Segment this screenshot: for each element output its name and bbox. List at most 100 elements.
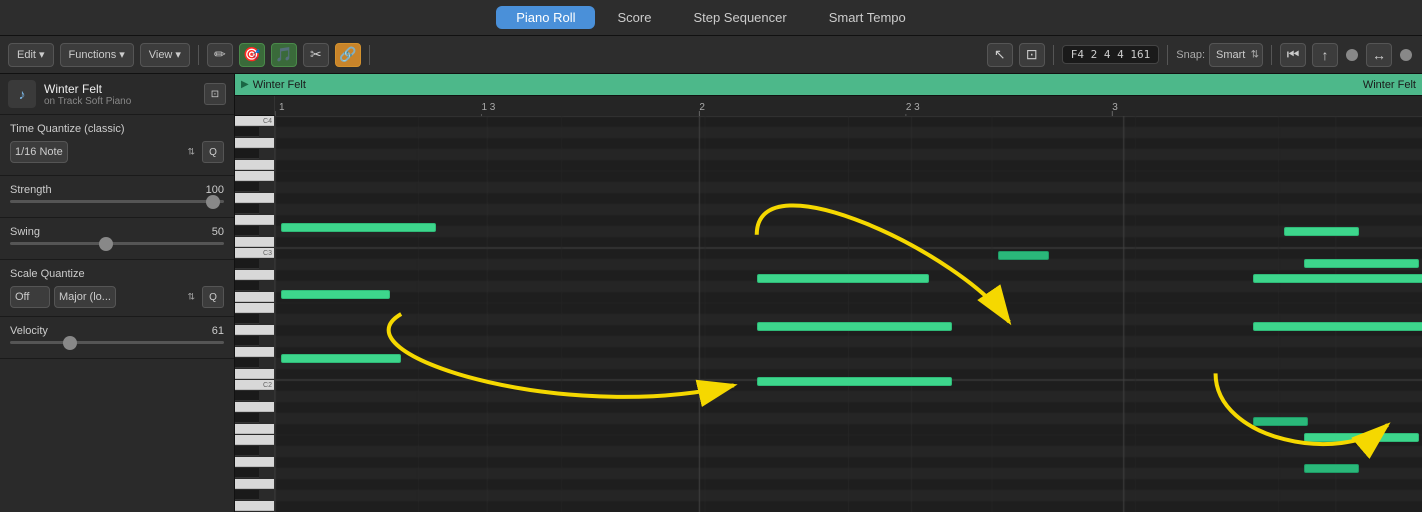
note[interactable] xyxy=(998,251,1050,260)
ruler-and-grid: C4C3C2 1 1 3 2 2 3 3 xyxy=(235,96,1422,512)
scissors-button[interactable]: ✂ xyxy=(303,43,329,67)
snap-label: Snap: xyxy=(1176,49,1205,61)
functions-chevron: ▾ xyxy=(119,48,125,61)
piano-key[interactable] xyxy=(235,138,275,148)
piano-key[interactable] xyxy=(235,270,275,280)
note[interactable] xyxy=(1253,417,1308,426)
note[interactable] xyxy=(1253,274,1422,283)
piano-key[interactable] xyxy=(235,413,259,423)
functions-menu-button[interactable]: Functions ▾ xyxy=(60,43,134,67)
note[interactable] xyxy=(1304,464,1359,473)
ruler-mark-23: 2 3 xyxy=(906,102,920,113)
piano-key[interactable] xyxy=(235,149,259,159)
pointer-tool[interactable]: ↖ xyxy=(987,43,1013,67)
piano-key[interactable] xyxy=(235,347,275,357)
piano-key[interactable] xyxy=(235,237,275,247)
rewind-button[interactable]: ⏮ xyxy=(1280,43,1306,67)
piano-key[interactable] xyxy=(235,391,259,401)
note[interactable] xyxy=(281,354,401,363)
strength-slider[interactable] xyxy=(10,200,224,203)
piano-key[interactable] xyxy=(235,446,259,456)
piano-key[interactable] xyxy=(235,303,275,313)
pencil-tool-button[interactable]: ✏ xyxy=(207,43,233,67)
piano-key-column: C4 C3 C2 xyxy=(235,96,275,512)
piano-key[interactable] xyxy=(235,490,259,500)
q-button[interactable]: Q xyxy=(202,141,224,163)
tab-piano-roll[interactable]: Piano Roll xyxy=(496,6,595,29)
piano-key[interactable] xyxy=(235,369,275,379)
snap-select[interactable]: Smart xyxy=(1209,43,1263,67)
piano-key[interactable] xyxy=(235,281,259,291)
velocity-slider-thumb[interactable] xyxy=(63,336,77,350)
piano-key[interactable] xyxy=(235,215,275,225)
piano-key[interactable] xyxy=(235,325,275,335)
quantize-select[interactable]: 1/16 Note xyxy=(10,141,68,163)
piano-key[interactable] xyxy=(235,479,275,489)
scale-type-select[interactable]: Major (lo... xyxy=(54,286,116,308)
note[interactable] xyxy=(281,223,436,232)
piano-key[interactable] xyxy=(235,468,259,478)
scale-off-select[interactable]: Off xyxy=(10,286,50,308)
note[interactable] xyxy=(281,290,390,299)
midi-draw-button[interactable]: 🎯 xyxy=(239,43,265,67)
link-button[interactable]: 🔗 xyxy=(335,43,361,67)
scale-row: Off Major (lo... Q xyxy=(10,286,224,308)
piano-key[interactable] xyxy=(235,435,275,445)
piano-key[interactable] xyxy=(235,259,259,269)
view-menu-button[interactable]: View ▾ xyxy=(140,43,190,67)
track-name-container: Winter Felt on Track Soft Piano xyxy=(44,82,196,107)
tab-score[interactable]: Score xyxy=(597,6,671,29)
note[interactable] xyxy=(757,322,952,331)
strength-slider-thumb[interactable] xyxy=(206,195,220,209)
piano-key[interactable]: C4 xyxy=(235,116,275,126)
swing-slider[interactable] xyxy=(10,242,224,245)
swing-slider-track xyxy=(10,242,224,245)
piano-key[interactable] xyxy=(235,182,259,192)
note[interactable] xyxy=(757,377,952,386)
separator-1 xyxy=(198,45,199,65)
piano-key[interactable] xyxy=(235,424,275,434)
edit-menu-button[interactable]: Edit ▾ xyxy=(8,43,54,67)
piano-key[interactable] xyxy=(235,160,275,170)
note[interactable] xyxy=(1304,433,1419,442)
piano-key[interactable] xyxy=(235,204,259,214)
piano-key[interactable] xyxy=(235,314,259,324)
quantize-select-wrap: 1/16 Note xyxy=(10,141,198,163)
velocity-button[interactable]: 🎵 xyxy=(271,43,297,67)
up-button[interactable]: ↑ xyxy=(1312,43,1338,67)
note[interactable] xyxy=(1304,259,1419,268)
piano-key[interactable]: C3 xyxy=(235,248,275,258)
piano-key[interactable] xyxy=(235,336,259,346)
swing-slider-thumb[interactable] xyxy=(99,237,113,251)
piano-key[interactable] xyxy=(235,292,275,302)
expand-button[interactable]: ↔ xyxy=(1366,43,1392,67)
velocity-slider[interactable] xyxy=(10,341,224,344)
note[interactable] xyxy=(1284,227,1359,236)
piano-key[interactable] xyxy=(235,358,259,368)
velocity-label: Velocity xyxy=(10,325,194,337)
piano-key[interactable] xyxy=(235,457,275,467)
piano-key[interactable] xyxy=(235,501,275,511)
scale-q-button[interactable]: Q xyxy=(202,286,224,308)
swing-row: Swing 50 xyxy=(10,226,224,238)
region-name: Winter Felt xyxy=(253,79,306,91)
note[interactable] xyxy=(1253,322,1422,331)
track-info: ♪ Winter Felt on Track Soft Piano ⊡ xyxy=(0,74,234,115)
tab-smart-tempo[interactable]: Smart Tempo xyxy=(809,6,926,29)
piano-key[interactable] xyxy=(235,193,275,203)
edit-label: Edit xyxy=(17,49,36,61)
tab-bar: Piano Roll Score Step Sequencer Smart Te… xyxy=(0,0,1422,36)
piano-key[interactable]: C2 xyxy=(235,380,275,390)
piano-key[interactable] xyxy=(235,171,275,181)
note[interactable] xyxy=(757,274,929,283)
swing-label: Swing xyxy=(10,226,194,238)
piano-key[interactable] xyxy=(235,127,259,137)
piano-key[interactable] xyxy=(235,402,275,412)
piano-key[interactable] xyxy=(235,226,259,236)
track-expand-button[interactable]: ⊡ xyxy=(204,83,226,105)
marquee-tool[interactable]: ⊡ xyxy=(1019,43,1045,67)
ruler-mark-2: 2 xyxy=(699,102,705,113)
grid-area[interactable] xyxy=(275,116,1422,512)
tab-step-sequencer[interactable]: Step Sequencer xyxy=(673,6,806,29)
track-title: Winter Felt xyxy=(44,82,196,96)
